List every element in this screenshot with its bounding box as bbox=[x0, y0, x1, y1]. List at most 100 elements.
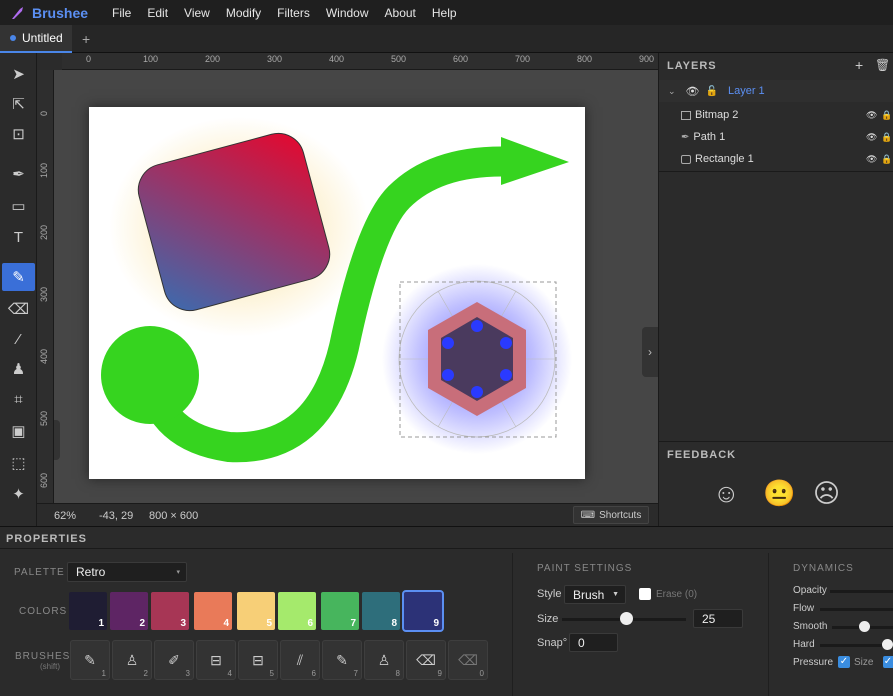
pressure-opacity-checkbox[interactable]: ✓ bbox=[883, 656, 893, 668]
lock-icon[interactable]: 🔒 bbox=[881, 132, 892, 143]
chevron-down-icon[interactable]: ⌄ bbox=[668, 86, 676, 97]
menu-about[interactable]: About bbox=[377, 6, 424, 20]
ruler-tick: 600 bbox=[39, 472, 49, 488]
keyboard-icon: ⌨ bbox=[580, 509, 596, 521]
brush-preset[interactable]: ♙ 8 bbox=[364, 640, 404, 680]
colors-label: COLORS bbox=[19, 606, 68, 617]
palette-label: PALETTE bbox=[14, 567, 65, 578]
color-swatch-selected[interactable]: 9 bbox=[402, 590, 444, 632]
rectangle-tool-icon[interactable]: ▭ bbox=[2, 192, 35, 220]
eye-icon[interactable]: 👁 bbox=[866, 132, 877, 143]
marquee-tool-icon[interactable]: ⬚ bbox=[2, 449, 35, 477]
tab-untitled[interactable]: Untitled bbox=[0, 25, 72, 53]
brush-preset[interactable]: ✎ 7 bbox=[322, 640, 362, 680]
brush-preset[interactable]: ⫽ 6 bbox=[280, 640, 320, 680]
lock-icon[interactable]: 🔒 bbox=[881, 110, 892, 121]
layer-row[interactable]: Bitmap 2 👁 🔒 bbox=[659, 104, 893, 126]
sad-face-icon[interactable]: ☹ bbox=[813, 478, 840, 509]
flow-slider[interactable] bbox=[820, 608, 893, 611]
magic-wand-tool-icon[interactable]: ✦ bbox=[2, 480, 35, 508]
swatch-number: 4 bbox=[223, 618, 229, 629]
opacity-label: Opacity bbox=[793, 585, 827, 596]
chevron-down-icon: ▾ bbox=[176, 569, 180, 576]
collapse-left-chevron-icon[interactable]: ‹ bbox=[54, 420, 60, 460]
brush-preset[interactable]: ⊟ 4 bbox=[196, 640, 236, 680]
neutral-face-icon[interactable]: 😐 bbox=[763, 478, 795, 509]
toolbar: ➤ ⇱ ⊡ ✒ ▭ T ✎ ⌫ ⁄ ♟ ⌗ ▣ ⬚ ✦ bbox=[0, 53, 37, 526]
pressure-label: Pressure bbox=[793, 657, 834, 668]
swatch-number: 7 bbox=[350, 618, 356, 629]
zoom-level[interactable]: 62% bbox=[54, 510, 76, 522]
layer-row[interactable]: ✒ Path 1 👁 🔒 bbox=[659, 126, 893, 148]
brush-preset[interactable]: ⌫ 0 bbox=[448, 640, 488, 680]
canvas-area[interactable]: ‹ › ⌄ bbox=[54, 70, 658, 503]
frame-tool-icon[interactable]: ▣ bbox=[2, 417, 35, 445]
pen-tool-icon[interactable]: ✒ bbox=[2, 160, 35, 188]
eye-icon[interactable]: 👁 bbox=[866, 154, 877, 165]
color-swatch[interactable]: 5 bbox=[237, 592, 275, 630]
divider bbox=[0, 548, 893, 549]
layer-group-row[interactable]: ⌄ 👁 🔓 Layer 1 bbox=[659, 80, 893, 102]
stamp-icon: ⊟ bbox=[252, 651, 264, 668]
marker-icon: ♙ bbox=[377, 651, 391, 668]
brush-number: 6 bbox=[311, 669, 316, 678]
brush-preset[interactable]: ✐ 3 bbox=[154, 640, 194, 680]
ruler-tick: 500 bbox=[391, 54, 407, 64]
app-logo: Brushee bbox=[0, 5, 104, 21]
shortcuts-button[interactable]: ⌨ Shortcuts bbox=[573, 506, 649, 524]
brush-preset[interactable]: ♙ 2 bbox=[112, 640, 152, 680]
menu-edit[interactable]: Edit bbox=[139, 6, 176, 20]
pressure-size-checkbox[interactable]: ✓ bbox=[838, 656, 850, 668]
color-swatch[interactable]: 8 bbox=[362, 592, 400, 630]
eye-icon[interactable]: 👁 bbox=[866, 110, 877, 121]
status-bar: 62% -43, 29 800 × 600 ⌨ Shortcuts bbox=[37, 503, 658, 526]
brush-tool-icon[interactable]: ✎ bbox=[2, 263, 35, 291]
brush-preset[interactable]: ✎ 1 bbox=[70, 640, 110, 680]
menu-view[interactable]: View bbox=[176, 6, 218, 20]
trash-icon[interactable]: 🗑 bbox=[875, 58, 890, 72]
color-swatch[interactable]: 3 bbox=[151, 592, 189, 630]
collapse-right-chevron-icon[interactable]: › bbox=[642, 327, 658, 377]
size-slider-thumb[interactable] bbox=[620, 612, 633, 625]
eyedropper-tool-icon[interactable]: ⁄ bbox=[2, 325, 35, 353]
palette-select[interactable]: Retro ▾ bbox=[67, 562, 187, 582]
menu-modify[interactable]: Modify bbox=[218, 6, 269, 20]
happy-face-icon[interactable]: ☺ bbox=[713, 478, 740, 509]
hard-slider-thumb[interactable] bbox=[882, 639, 893, 650]
color-swatch[interactable]: 6 bbox=[278, 592, 316, 630]
style-select[interactable]: Brush ▼ bbox=[564, 585, 626, 604]
stamp-tool-icon[interactable]: ♟ bbox=[2, 355, 35, 383]
menu-filters[interactable]: Filters bbox=[269, 6, 318, 20]
menu-file[interactable]: File bbox=[104, 6, 139, 20]
add-tab-button[interactable]: + bbox=[82, 31, 90, 47]
artboard[interactable] bbox=[89, 107, 585, 479]
opacity-slider[interactable] bbox=[830, 590, 893, 593]
transform-tool-icon[interactable]: ⊡ bbox=[2, 120, 35, 148]
brush-number: 8 bbox=[395, 669, 400, 678]
menu-help[interactable]: Help bbox=[424, 6, 465, 20]
size-input[interactable]: 25 bbox=[693, 609, 743, 628]
brush-preset[interactable]: ⌫ 9 bbox=[406, 640, 446, 680]
menu-window[interactable]: Window bbox=[318, 6, 377, 20]
crop-tool-icon[interactable]: ⌗ bbox=[2, 385, 35, 413]
layer-row[interactable]: Rectangle 1 👁 🔒 bbox=[659, 148, 893, 170]
select-tool-icon[interactable]: ➤ bbox=[2, 60, 35, 88]
ruler-tick: 800 bbox=[577, 54, 593, 64]
erase-checkbox[interactable] bbox=[639, 588, 651, 600]
smooth-slider-thumb[interactable] bbox=[859, 621, 870, 632]
lock-icon[interactable]: 🔓 bbox=[706, 86, 718, 97]
brush-preset[interactable]: ⊟ 5 bbox=[238, 640, 278, 680]
pencil-icon: ✎ bbox=[84, 651, 96, 668]
color-swatch[interactable]: 2 bbox=[110, 592, 148, 630]
text-tool-icon[interactable]: T bbox=[2, 223, 35, 251]
color-swatch[interactable]: 1 bbox=[69, 592, 107, 630]
color-swatch[interactable]: 4 bbox=[194, 592, 232, 630]
eye-icon[interactable]: 👁 bbox=[686, 85, 700, 98]
direct-select-tool-icon[interactable]: ⇱ bbox=[2, 90, 35, 118]
snap-input[interactable]: 0 bbox=[569, 633, 618, 652]
color-swatch[interactable]: 7 bbox=[321, 592, 359, 630]
eraser-tool-icon[interactable]: ⌫ bbox=[2, 295, 35, 323]
lock-icon[interactable]: 🔒 bbox=[881, 154, 892, 165]
document-size: 800 × 600 bbox=[149, 510, 199, 522]
add-layer-icon[interactable]: + bbox=[855, 57, 863, 73]
